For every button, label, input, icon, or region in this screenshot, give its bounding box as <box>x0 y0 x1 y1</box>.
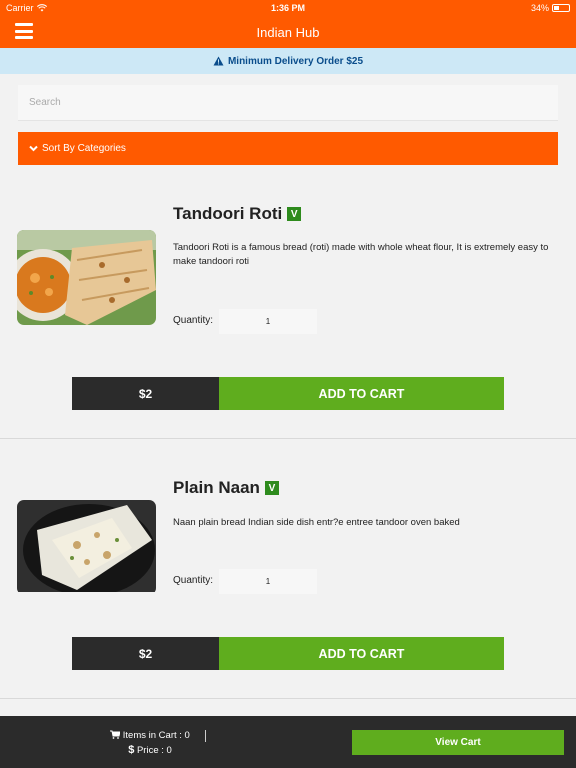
battery-level <box>554 6 560 10</box>
item-description: Tandoori Roti is a famous bread (roti) m… <box>173 242 549 267</box>
sort-by-categories-button[interactable]: Sort By Categories <box>18 132 558 165</box>
item-divider <box>0 698 576 699</box>
veg-badge-icon: V <box>264 481 279 495</box>
dollar-icon: $ <box>128 744 135 756</box>
item-image-tandoori-roti[interactable] <box>17 230 156 325</box>
cart-price: $ Price : 0 <box>90 743 210 758</box>
warning-icon <box>213 56 224 66</box>
minimum-order-banner: Minimum Delivery Order $25 <box>0 48 576 74</box>
item-description: Naan plain bread Indian side dish entr?e… <box>173 517 460 528</box>
quantity-field[interactable] <box>219 309 317 334</box>
item-title: Plain Naan <box>173 478 260 497</box>
item-image-plain-naan[interactable] <box>17 500 156 595</box>
battery-icon <box>552 4 570 12</box>
shopping-cart-icon <box>110 730 121 739</box>
quantity-label: Quantity: <box>173 575 214 586</box>
add-to-cart-button[interactable]: ADD TO CART <box>219 637 504 670</box>
item-price: $2 <box>72 637 219 670</box>
item-divider <box>0 438 576 439</box>
footer-separator <box>205 730 206 742</box>
items-in-cart-text: Items in Cart : 0 <box>122 730 190 741</box>
page-title: Indian Hub <box>256 24 320 40</box>
item-title: Tandoori Roti <box>173 204 283 223</box>
cart-footer: Items in Cart : 0 $ Price : 0 View Cart <box>0 716 576 768</box>
items-in-cart: Items in Cart : 0 <box>90 729 210 743</box>
cart-price-text: Price : 0 <box>136 745 172 756</box>
search-input[interactable] <box>18 85 558 120</box>
status-time: 1:36 PM <box>270 3 305 13</box>
minimum-order-text: Minimum Delivery Order $25 <box>227 55 364 67</box>
quantity-field[interactable] <box>219 569 317 594</box>
add-to-cart-button[interactable]: ADD TO CART <box>219 377 504 410</box>
view-cart-button[interactable]: View Cart <box>352 730 564 755</box>
hamburger-menu-icon[interactable] <box>15 23 33 39</box>
veg-badge-icon: V <box>287 207 302 221</box>
sort-label: Sort By Categories <box>42 143 126 154</box>
quantity-label: Quantity: <box>173 315 214 326</box>
item-name: Tandoori Roti V <box>173 204 302 224</box>
chevron-down-icon <box>29 145 38 152</box>
item-name: Plain Naan V <box>173 478 279 498</box>
search-bar <box>18 85 558 121</box>
item-price: $2 <box>72 377 219 410</box>
cart-summary: Items in Cart : 0 $ Price : 0 <box>90 729 210 758</box>
status-bar: Carrier 1:36 PM 34% <box>0 0 576 16</box>
nav-bar: Indian Hub <box>0 16 576 48</box>
